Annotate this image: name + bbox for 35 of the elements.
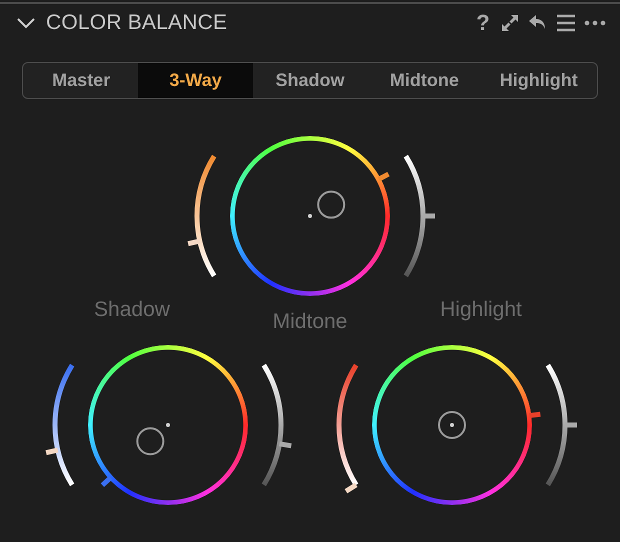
wheel-label: Highlight [440,298,522,322]
arc-handle[interactable] [423,214,435,218]
tab[interactable]: Highlight [482,63,596,98]
puck-handle[interactable] [136,427,164,456]
puck-handle[interactable] [438,411,466,439]
saturation-arc[interactable] [336,364,358,486]
puck-handle[interactable] [317,190,346,219]
tab[interactable]: Master [24,63,138,98]
arc-handle[interactable] [565,422,577,428]
brightness-arc[interactable] [546,364,568,486]
hue-marker[interactable] [529,412,541,418]
arc-handle[interactable] [279,441,292,448]
center-dot [308,214,312,218]
center-dot [166,423,170,427]
saturation-arc[interactable] [194,154,216,278]
help-button[interactable]: ? [474,10,492,36]
hue-marker[interactable] [378,172,390,182]
tab[interactable]: Shadow [252,63,368,98]
wheel-label: Midtone [272,310,348,334]
saturation-arc[interactable] [52,364,74,486]
tab[interactable]: Midtone [367,63,482,98]
arc-handle[interactable] [344,482,358,494]
panel-title: COLOR BALANCE [46,11,228,35]
expand-icon[interactable] [500,13,520,33]
brightness-arc[interactable] [404,154,426,278]
chevron-icon[interactable] [16,16,36,30]
wheel-label: Shadow [94,298,170,322]
more-icon[interactable] [584,20,606,26]
arc-handle[interactable] [188,238,200,246]
tab[interactable]: 3-Way [138,63,253,98]
menu-icon[interactable] [556,14,576,32]
center-dot [450,423,454,427]
brightness-arc[interactable] [262,364,284,486]
arc-handle[interactable] [46,448,58,456]
hue-marker[interactable] [100,476,112,487]
